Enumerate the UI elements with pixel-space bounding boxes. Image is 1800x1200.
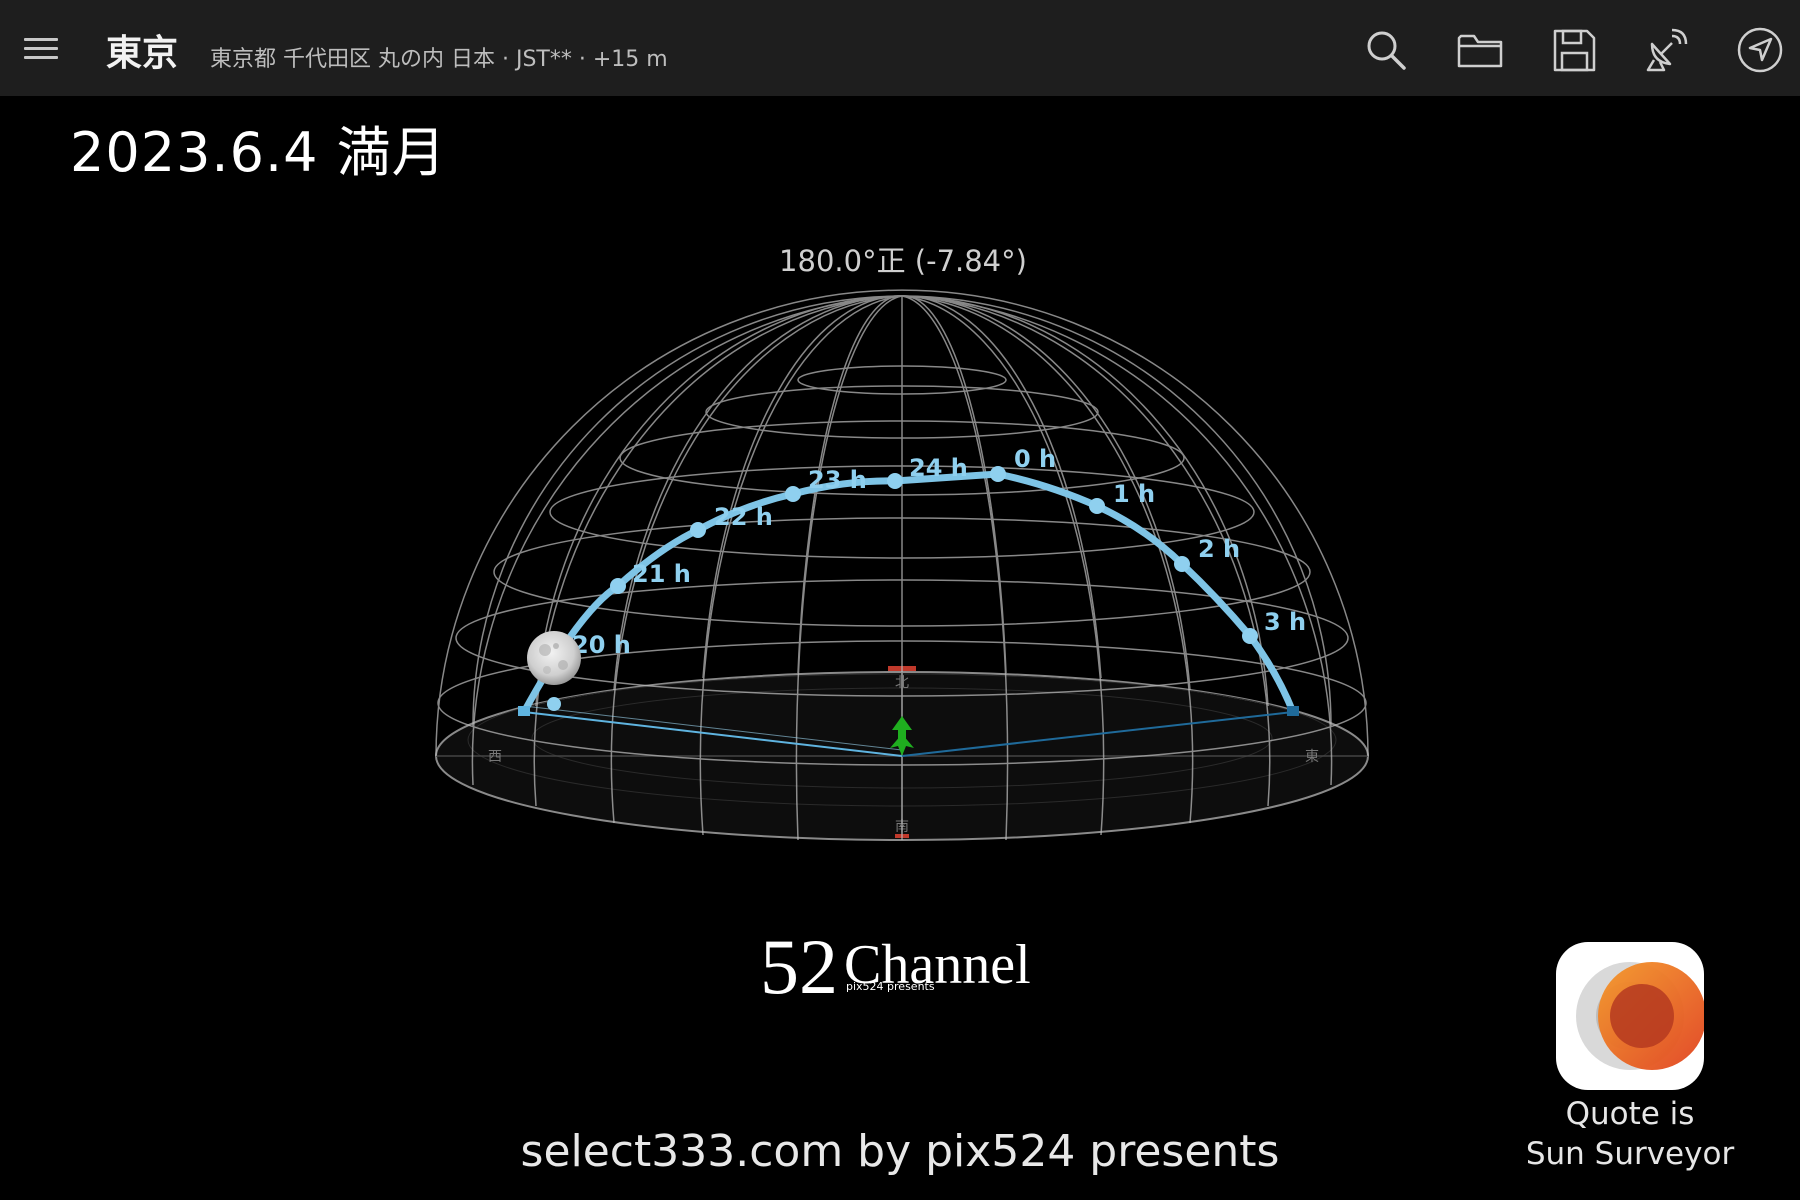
hour-dot bbox=[547, 697, 561, 711]
hour-label-24: 24 h bbox=[909, 454, 968, 482]
navigation-icon[interactable] bbox=[1736, 26, 1784, 74]
hour-label-20: 20 h bbox=[572, 631, 631, 659]
moonrise-marker bbox=[518, 706, 530, 716]
folder-icon[interactable] bbox=[1456, 26, 1504, 74]
quote-line-2: Sun Surveyor bbox=[1525, 1136, 1735, 1172]
hour-dot bbox=[690, 522, 706, 538]
quote-line-1: Quote is bbox=[1565, 1096, 1695, 1132]
hour-dot bbox=[990, 466, 1006, 482]
quote-badge: Quote is Sun Surveyor bbox=[1500, 1094, 1760, 1174]
hour-label-2: 2 h bbox=[1198, 535, 1240, 563]
search-icon[interactable] bbox=[1362, 26, 1410, 74]
compass-east-label: 東 bbox=[1305, 749, 1319, 765]
menu-icon[interactable] bbox=[22, 30, 62, 66]
save-icon[interactable] bbox=[1550, 26, 1598, 74]
satellite-dish-icon[interactable] bbox=[1642, 26, 1690, 74]
hour-label-1: 1 h bbox=[1113, 480, 1155, 508]
hour-dot bbox=[1089, 498, 1105, 514]
location-details: 東京都 千代田区 丸の内 日本 · JST** · +15 m bbox=[210, 47, 668, 72]
hour-dot bbox=[1242, 628, 1258, 644]
moon-icon[interactable] bbox=[527, 631, 581, 685]
channel-logo: 52 Channel pix524 presents bbox=[760, 922, 1060, 1012]
sun-surveyor-app-icon bbox=[1556, 942, 1704, 1090]
compass-west-label: 西 bbox=[488, 749, 502, 765]
hour-label-3: 3 h bbox=[1264, 608, 1306, 636]
logo-number: 52 bbox=[760, 923, 838, 1010]
hour-label-23: 23 h bbox=[808, 466, 867, 494]
hour-dot bbox=[887, 473, 903, 489]
hour-label-21: 21 h bbox=[632, 560, 691, 588]
sky-dome-view[interactable]: 北 南 東 西 20 h 21 h 22 h 23 h 24 h 0 h 1 h… bbox=[0, 96, 1800, 1200]
moonset-marker bbox=[1287, 706, 1299, 716]
hour-label-22: 22 h bbox=[714, 503, 773, 531]
hour-dot bbox=[610, 578, 626, 594]
logo-tagline: pix524 presents bbox=[846, 980, 935, 993]
hour-dot bbox=[785, 486, 801, 502]
hour-label-0: 0 h bbox=[1014, 445, 1056, 473]
hour-dot bbox=[1174, 556, 1190, 572]
top-bar: 東京 東京都 千代田区 丸の内 日本 · JST** · +15 m bbox=[0, 0, 1800, 96]
city-name[interactable]: 東京 bbox=[106, 24, 178, 76]
